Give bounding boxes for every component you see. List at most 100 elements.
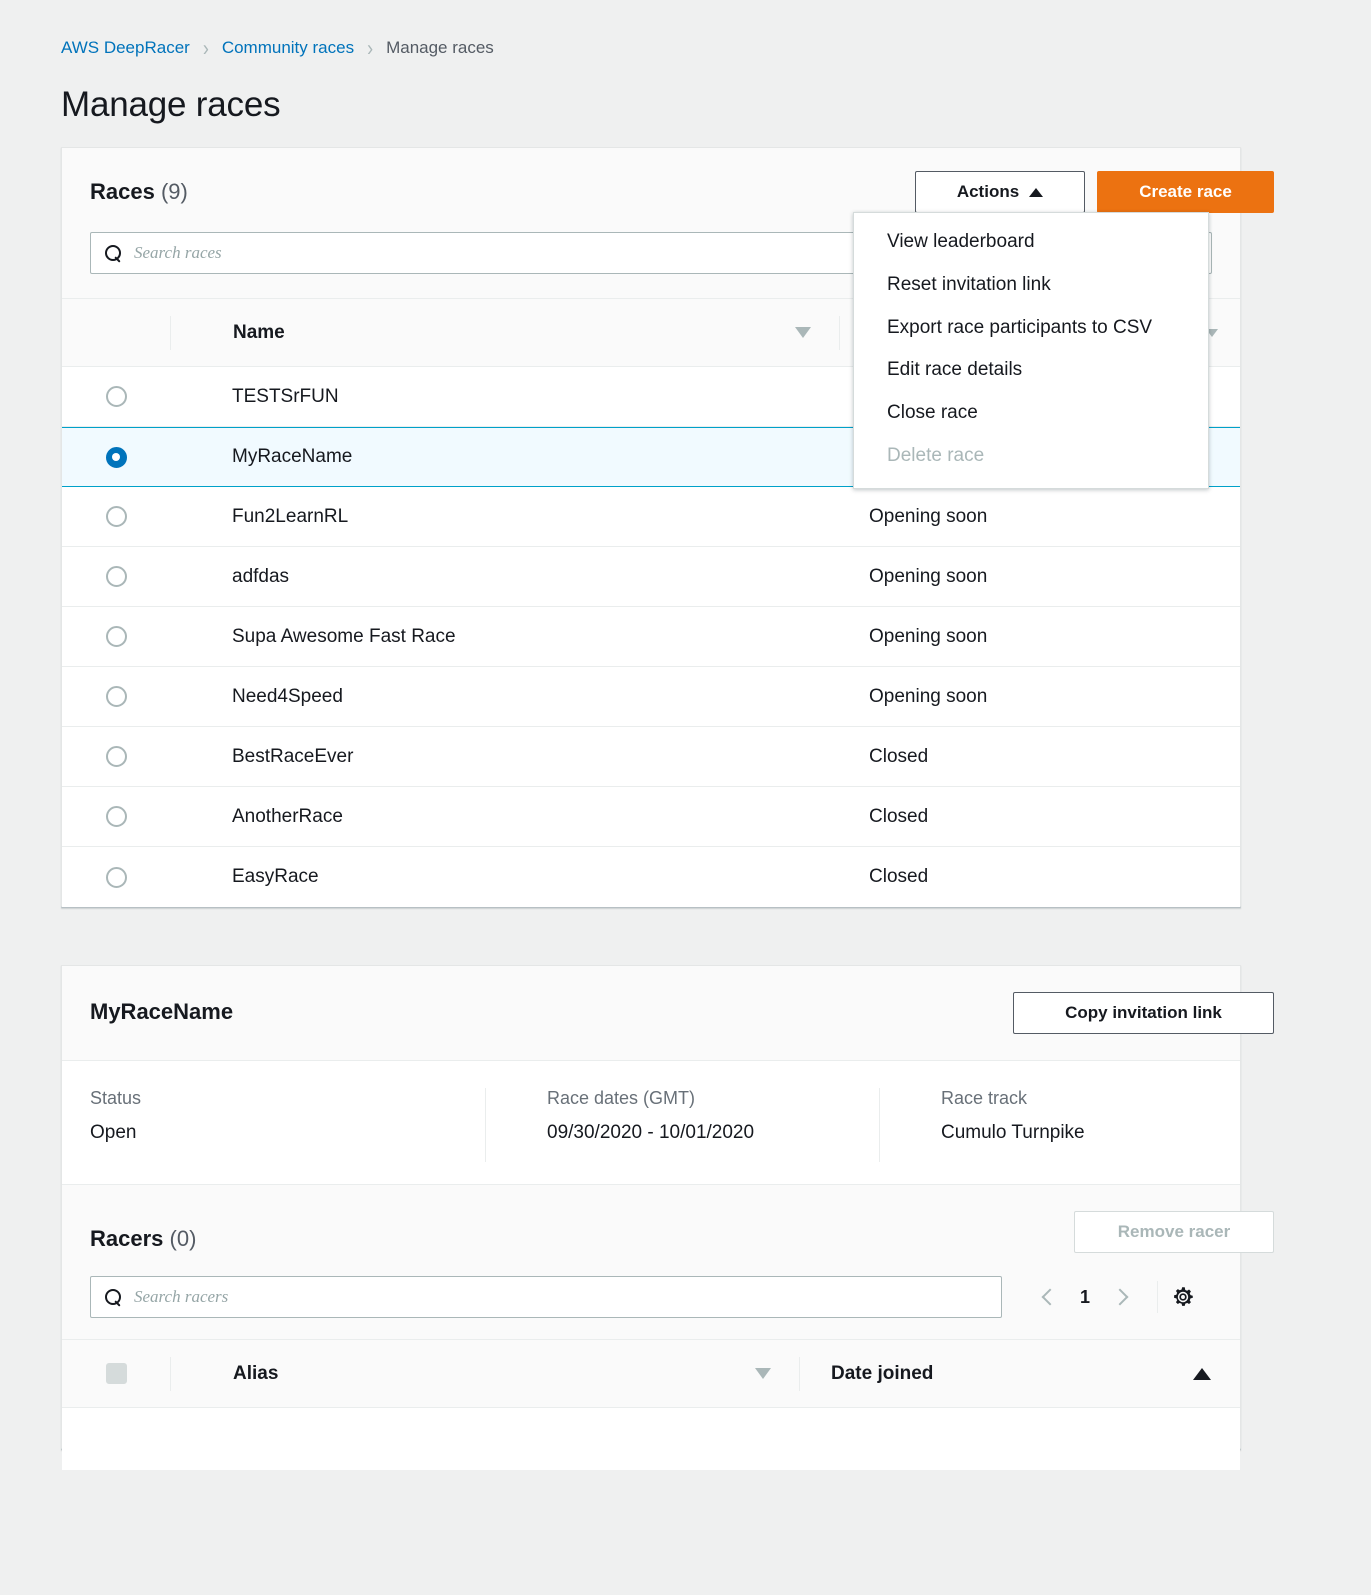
race-status-text: Closed (838, 866, 928, 888)
race-status-cell: Closed (838, 746, 1240, 768)
select-all-racers-checkbox[interactable] (62, 1363, 170, 1384)
breadcrumb-separator-icon: › (367, 37, 373, 60)
search-races-placeholder: Search races (134, 243, 222, 263)
next-page-button[interactable] (1103, 1276, 1141, 1318)
races-column-header-name[interactable]: Name (171, 322, 839, 344)
current-page-number[interactable]: 1 (1067, 1287, 1103, 1308)
race-name-cell: adfdas (170, 566, 838, 588)
races-column-header-name-label: Name (171, 322, 285, 344)
races-count: (9) (161, 179, 188, 204)
race-status-cell: Closed (838, 806, 1240, 828)
breadcrumb-item-aws-deepracer[interactable]: AWS DeepRacer (61, 38, 190, 58)
race-status-text: Closed (838, 746, 928, 768)
actions-button-label: Actions (957, 182, 1019, 202)
race-status-cell: Opening soon (838, 566, 1240, 588)
race-status-text: Opening soon (838, 686, 987, 708)
search-icon (105, 1289, 122, 1306)
race-name-cell: EasyRace (170, 866, 838, 888)
table-row[interactable]: Fun2LearnRLOpening soon (62, 487, 1240, 547)
race-name-text: TESTSrFUN (170, 386, 339, 408)
menu-item-view-leaderboard[interactable]: View leaderboard (854, 221, 1208, 264)
copy-invitation-link-button[interactable]: Copy invitation link (1013, 992, 1274, 1034)
race-status-cell: Opening soon (838, 686, 1240, 708)
table-row[interactable]: AnotherRaceClosed (62, 787, 1240, 847)
menu-item-edit-race-details[interactable]: Edit race details (854, 349, 1208, 392)
chevron-left-icon (1042, 1289, 1059, 1306)
race-name-text: MyRaceName (170, 446, 352, 468)
copy-invitation-link-label: Copy invitation link (1065, 1003, 1222, 1023)
racers-title: Racers (0) (90, 1226, 196, 1252)
racers-table: Alias Date joined (62, 1340, 1240, 1470)
search-racers-placeholder: Search racers (134, 1287, 228, 1307)
menu-item-close-race[interactable]: Close race (854, 392, 1208, 435)
breadcrumb-item-manage-races: Manage races (386, 38, 494, 58)
radio-icon (106, 447, 127, 468)
racers-table-header-row: Alias Date joined (62, 1340, 1240, 1408)
race-radio-unselected[interactable] (62, 386, 170, 407)
race-radio-unselected[interactable] (62, 686, 170, 707)
gear-icon[interactable] (1170, 1284, 1196, 1310)
race-name-cell: TESTSrFUN (170, 386, 838, 408)
race-name-text: EasyRace (170, 866, 319, 888)
radio-icon (106, 506, 127, 527)
race-detail-fields: Status Open Race dates (GMT) 09/30/2020 … (62, 1061, 1240, 1185)
race-name-cell: Fun2LearnRL (170, 506, 838, 528)
race-status-text: Opening soon (838, 566, 987, 588)
field-race-dates-label: Race dates (GMT) (547, 1088, 754, 1109)
radio-icon (106, 386, 127, 407)
race-status-cell: Closed (838, 866, 1240, 888)
radio-icon (106, 806, 127, 827)
race-radio-unselected[interactable] (62, 746, 170, 767)
sort-descending-icon (755, 1368, 771, 1379)
chevron-right-icon (1112, 1289, 1129, 1306)
actions-dropdown-menu: View leaderboardReset invitation linkExp… (853, 212, 1209, 489)
race-status-cell: Opening soon (838, 506, 1240, 528)
race-status-cell: Opening soon (838, 626, 1240, 648)
page-title: Manage races (61, 85, 280, 125)
table-row[interactable]: BestRaceEverClosed (62, 727, 1240, 787)
previous-page-button[interactable] (1029, 1276, 1067, 1318)
field-status: Status Open (90, 1088, 141, 1144)
radio-icon (106, 566, 127, 587)
racers-pagination: 1 (1029, 1276, 1196, 1318)
race-name-text: Need4Speed (170, 686, 343, 708)
remove-racer-button[interactable]: Remove racer (1074, 1211, 1274, 1253)
table-row[interactable]: EasyRace Closed (62, 847, 1240, 907)
search-racers-input[interactable]: Search racers (90, 1276, 1002, 1318)
breadcrumb-item-community-races[interactable]: Community races (222, 38, 354, 58)
caret-up-icon (1029, 188, 1043, 197)
search-icon (105, 245, 122, 262)
racers-count: (0) (170, 1226, 197, 1251)
race-status-text: Opening soon (838, 506, 987, 528)
race-radio-selected[interactable] (62, 447, 170, 468)
field-race-track-label: Race track (941, 1088, 1085, 1109)
racers-column-header-alias[interactable]: Alias (171, 1363, 799, 1385)
race-radio-unselected[interactable] (62, 806, 170, 827)
actions-button[interactable]: Actions (915, 171, 1085, 213)
breadcrumb-separator-icon: › (203, 37, 209, 60)
remove-racer-button-label: Remove racer (1118, 1222, 1230, 1242)
racers-section-header: Racers (0) Remove racer Search racers 1 (62, 1185, 1240, 1340)
race-name-cell: Supa Awesome Fast Race (170, 626, 838, 648)
menu-item-reset-invitation-link[interactable]: Reset invitation link (854, 264, 1208, 307)
table-row[interactable]: Need4Speed Opening soon (62, 667, 1240, 727)
sort-descending-icon (795, 327, 811, 338)
racers-column-header-date-joined[interactable]: Date joined (800, 1363, 1240, 1385)
menu-item-export-race-participants-to-csv[interactable]: Export race participants to CSV (854, 307, 1208, 350)
race-detail-title: MyRaceName (90, 999, 233, 1025)
field-status-label: Status (90, 1088, 141, 1109)
race-radio-unselected[interactable] (62, 626, 170, 647)
radio-icon (106, 626, 127, 647)
table-row[interactable]: adfdasOpening soon (62, 547, 1240, 607)
race-radio-unselected[interactable] (62, 867, 170, 888)
create-race-button[interactable]: Create race (1097, 171, 1274, 213)
table-row[interactable]: Supa Awesome Fast RaceOpening soon (62, 607, 1240, 667)
field-race-dates: Race dates (GMT) 09/30/2020 - 10/01/2020 (485, 1088, 754, 1162)
menu-item-delete-race: Delete race (854, 435, 1208, 478)
race-status-text: Opening soon (838, 626, 987, 648)
breadcrumb: AWS DeepRacer › Community races › Manage… (61, 38, 494, 58)
race-radio-unselected[interactable] (62, 566, 170, 587)
race-name-cell: BestRaceEver (170, 746, 838, 768)
race-radio-unselected[interactable] (62, 506, 170, 527)
radio-icon (106, 746, 127, 767)
